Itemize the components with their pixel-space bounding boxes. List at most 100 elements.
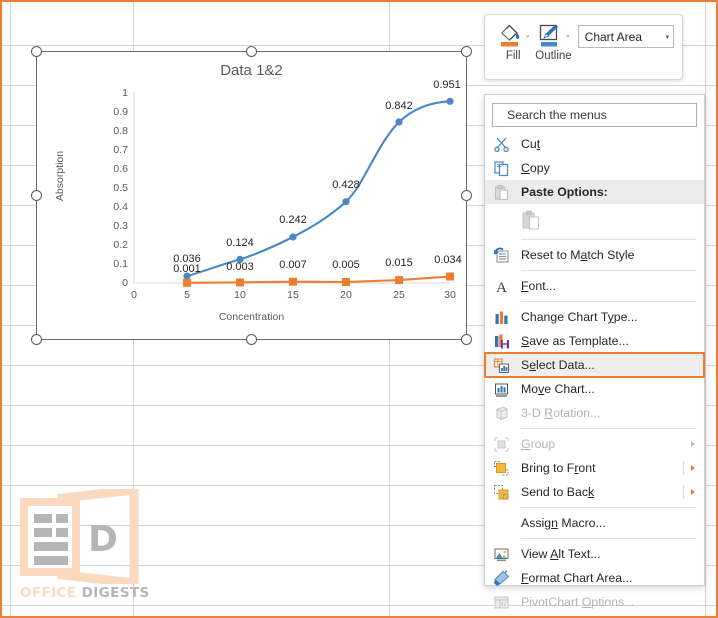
submenu-arrow-icon xyxy=(691,465,695,471)
grid-column-line xyxy=(705,2,706,616)
menu-item-assign-macro-label: Assign Macro... xyxy=(521,516,606,530)
paste-keep-source-icon[interactable] xyxy=(521,209,542,231)
svg-text:20: 20 xyxy=(340,289,352,301)
x-tick-labels: 0 5 10 15 20 25 30 xyxy=(131,289,456,301)
menu-item-paste-options-label: Paste Options: xyxy=(521,185,608,199)
bar-chart-icon xyxy=(491,308,511,326)
svg-text:0.001: 0.001 xyxy=(173,263,201,275)
series-1-line[interactable] xyxy=(185,100,452,278)
paste-option-buttons-row[interactable] xyxy=(485,204,704,236)
menu-item-reset-to-match-style-label: Reset to Match Style xyxy=(521,248,635,262)
chart-element-select-value: Chart Area xyxy=(584,29,643,44)
menu-item-assign-macro[interactable]: Assign Macro... xyxy=(485,511,704,535)
svg-text:0.7: 0.7 xyxy=(113,144,128,156)
submenu-arrow-icon xyxy=(691,441,695,447)
search-the-menus-input[interactable]: Search the menus xyxy=(492,103,697,127)
svg-text:1: 1 xyxy=(122,87,128,99)
menu-item-font[interactable]: A Font... xyxy=(485,274,704,298)
cube-3d-icon xyxy=(491,404,511,422)
select-data-icon xyxy=(491,356,511,374)
svg-text:0.015: 0.015 xyxy=(385,257,413,269)
resize-handle-middle-left[interactable] xyxy=(31,189,42,201)
svg-text:A: A xyxy=(496,280,507,295)
svg-text:25: 25 xyxy=(393,289,405,301)
menu-item-format-chart-area-label: Format Chart Area... xyxy=(521,571,633,585)
resize-handle-bottom-center[interactable] xyxy=(245,334,257,345)
resize-handle-top-center[interactable] xyxy=(245,46,257,57)
menu-item-copy[interactable]: Copy xyxy=(485,156,704,180)
svg-text:0: 0 xyxy=(131,289,137,301)
series-2-line[interactable] xyxy=(185,275,452,284)
menu-separator xyxy=(521,239,696,240)
menu-item-save-as-template-label: Save as Template... xyxy=(521,334,629,348)
resize-handle-top-left[interactable] xyxy=(31,46,42,57)
menu-item-group-label: Group xyxy=(521,437,556,451)
resize-handle-top-right[interactable] xyxy=(461,46,472,57)
resize-handle-bottom-right[interactable] xyxy=(461,334,472,345)
chart-plot: 1 0.9 0.8 0.7 0.6 0.5 0.4 0.3 0.2 0.1 0 … xyxy=(113,79,462,301)
menu-item-send-to-back[interactable]: Send to Back xyxy=(485,480,704,504)
floating-mini-toolbar[interactable]: ⌄ Fill ⌄ Outline Chart Area ▾ xyxy=(484,14,683,80)
outline-dropdown-caret[interactable]: ⌄ xyxy=(565,32,571,39)
submenu-divider xyxy=(683,485,684,499)
x-axis-title[interactable]: Concentration xyxy=(37,311,466,323)
chart-object[interactable]: Data 1&2 1 0.9 0.8 0.7 0.6 0.5 0.4 0.3 0… xyxy=(31,46,472,345)
menu-item-view-alt-text-label: View Alt Text... xyxy=(521,547,601,561)
resize-handle-bottom-left[interactable] xyxy=(31,334,42,345)
chevron-down-icon: ▾ xyxy=(665,33,669,41)
svg-text:0.4: 0.4 xyxy=(113,201,128,213)
menu-item-view-alt-text[interactable]: View Alt Text... xyxy=(485,542,704,566)
menu-item-change-chart-type[interactable]: Change Chart Type... xyxy=(485,305,704,329)
svg-text:0.3: 0.3 xyxy=(113,220,128,232)
menu-item-cut[interactable]: Cut xyxy=(485,132,704,156)
svg-text:0.1: 0.1 xyxy=(113,258,128,270)
menu-item-font-label: Font... xyxy=(521,279,556,293)
menu-item-move-chart[interactable]: Move Chart... xyxy=(485,377,704,401)
svg-text:0.124: 0.124 xyxy=(226,237,254,249)
svg-text:0.9: 0.9 xyxy=(113,106,128,118)
chart-context-menu[interactable]: Search the menus Cut Copy Paste Options:… xyxy=(484,94,705,609)
menu-item-select-data[interactable]: Select Data... xyxy=(484,352,705,378)
svg-text:0.2: 0.2 xyxy=(113,239,128,251)
grid-column-line xyxy=(10,2,11,616)
paste-icon xyxy=(491,183,511,201)
svg-text:0.003: 0.003 xyxy=(226,261,254,273)
menu-separator xyxy=(521,428,696,429)
svg-text:0.5: 0.5 xyxy=(113,182,128,194)
submenu-arrow-icon xyxy=(691,489,695,495)
svg-text:0.034: 0.034 xyxy=(434,254,462,266)
menu-item-save-as-template[interactable]: Save as Template... xyxy=(485,329,704,353)
excel-worksheet-canvas: D OFFICE DIGESTS Data 1&2 1 0.9 0.8 0.7 … xyxy=(0,0,718,618)
menu-separator xyxy=(521,538,696,539)
menu-item-copy-label: Copy xyxy=(521,161,550,175)
fill-button[interactable]: ⌄ Fill xyxy=(493,21,533,62)
fill-bucket-icon xyxy=(500,24,520,47)
svg-text:10: 10 xyxy=(234,289,246,301)
menu-item-paste-options: Paste Options: xyxy=(485,180,704,204)
font-a-icon: A xyxy=(491,277,511,295)
series-2-data-labels[interactable]: 0.001 0.003 0.007 0.005 0.015 0.034 xyxy=(173,254,462,275)
y-axis-title[interactable]: Absorption xyxy=(54,136,66,216)
menu-item-format-chart-area[interactable]: Format Chart Area... xyxy=(485,566,704,590)
menu-item-change-chart-type-label: Change Chart Type... xyxy=(521,310,638,324)
alt-text-icon xyxy=(491,545,511,563)
menu-item-reset-to-match-style[interactable]: Reset to Match Style xyxy=(485,243,704,267)
resize-handle-middle-right[interactable] xyxy=(461,189,472,201)
series-1-data-labels[interactable]: 0.036 0.124 0.242 0.428 0.842 0.951 xyxy=(173,79,461,265)
svg-text:0.951: 0.951 xyxy=(433,79,461,91)
outline-pen-icon xyxy=(539,24,559,47)
fill-dropdown-caret[interactable]: ⌄ xyxy=(525,32,531,39)
svg-text:0.8: 0.8 xyxy=(113,125,128,137)
svg-text:0.005: 0.005 xyxy=(332,259,360,271)
menu-item-pivotchart-options: PivotChart Options... xyxy=(485,590,704,614)
save-template-icon xyxy=(491,332,511,350)
series-1-markers[interactable] xyxy=(183,97,454,280)
menu-item-pivotchart-options-label: PivotChart Options... xyxy=(521,595,635,609)
svg-text:0.842: 0.842 xyxy=(385,100,413,112)
move-chart-icon xyxy=(491,380,511,398)
outline-button[interactable]: ⌄ Outline xyxy=(533,21,573,62)
fill-button-label: Fill xyxy=(505,50,521,62)
menu-item-bring-to-front[interactable]: Bring to Front xyxy=(485,456,704,480)
chart-element-select[interactable]: Chart Area ▾ xyxy=(577,25,674,48)
menu-separator xyxy=(521,507,696,508)
